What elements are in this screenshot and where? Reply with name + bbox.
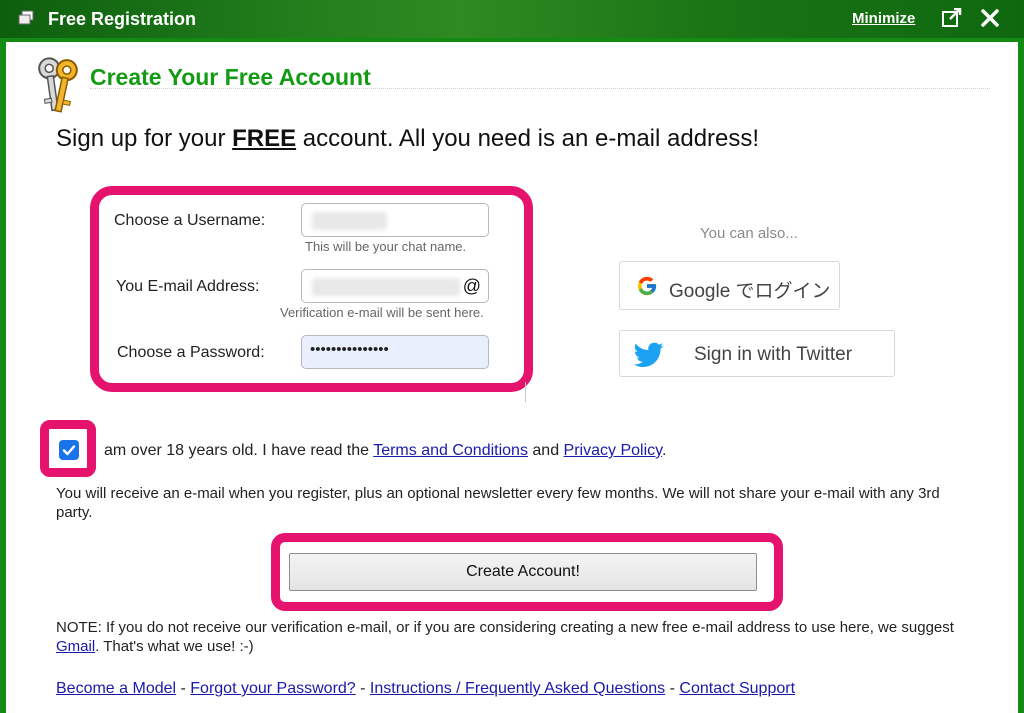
close-icon[interactable]: [978, 6, 1002, 30]
password-field[interactable]: •••••••••••••••: [301, 335, 489, 369]
agreement-text: am over 18 years old. I have read the Te…: [104, 442, 667, 459]
newsletter-info: You will receive an e-mail when you regi…: [56, 485, 940, 521]
social-intro: You can also...: [700, 225, 798, 242]
email-field[interactable]: @: [301, 269, 489, 303]
popout-icon[interactable]: [941, 7, 963, 28]
username-hint: This will be your chat name.: [305, 239, 467, 254]
email-label: You E-mail Address:: [116, 278, 260, 295]
email-at-sign: @: [462, 276, 481, 296]
username-field[interactable]: [301, 203, 489, 237]
window-icon: [18, 10, 34, 26]
username-value-redacted: [312, 212, 387, 230]
faq-link[interactable]: Instructions / Frequently Asked Question…: [370, 680, 665, 697]
keys-icon: [34, 54, 84, 118]
google-icon: [636, 275, 658, 302]
footer-links: Become a Model - Forgot your Password? -…: [56, 680, 796, 697]
window-title: Free Registration: [48, 9, 197, 29]
password-value: •••••••••••••••: [310, 341, 389, 358]
contact-support-link[interactable]: Contact Support: [679, 680, 795, 697]
google-login-button[interactable]: Google でログイン: [619, 261, 840, 310]
create-account-button[interactable]: Create Account!: [289, 553, 757, 591]
gmail-link[interactable]: Gmail: [56, 638, 95, 655]
gmail-note: NOTE: If you do not receive our verifica…: [56, 619, 954, 655]
google-login-label: Google でログイン: [669, 281, 831, 302]
free-emphasis: FREE: [232, 125, 297, 152]
lead-text: Sign up for your FREE account. All you n…: [56, 125, 760, 152]
email-hint: Verification e-mail will be sent here.: [280, 305, 484, 320]
title-bar: Free Registration Minimize: [0, 0, 1024, 38]
minimize-link[interactable]: Minimize: [852, 10, 915, 27]
privacy-policy-link[interactable]: Privacy Policy: [564, 442, 662, 459]
page-heading: Create Your Free Account: [90, 64, 371, 90]
terms-link[interactable]: Terms and Conditions: [373, 442, 528, 459]
registration-panel: Create Your Free Account Sign up for you…: [6, 42, 1018, 713]
twitter-icon: [633, 342, 664, 373]
twitter-login-button[interactable]: Sign in with Twitter: [619, 330, 895, 377]
twitter-login-label: Sign in with Twitter: [694, 344, 853, 365]
password-label: Choose a Password:: [117, 344, 265, 361]
age-terms-checkbox[interactable]: [59, 440, 79, 460]
form-divider: [525, 382, 526, 402]
heading-divider: [90, 88, 990, 89]
email-value-redacted: [312, 278, 460, 296]
forgot-password-link[interactable]: Forgot your Password?: [190, 680, 355, 697]
become-model-link[interactable]: Become a Model: [56, 680, 176, 697]
username-label: Choose a Username:: [114, 212, 266, 229]
